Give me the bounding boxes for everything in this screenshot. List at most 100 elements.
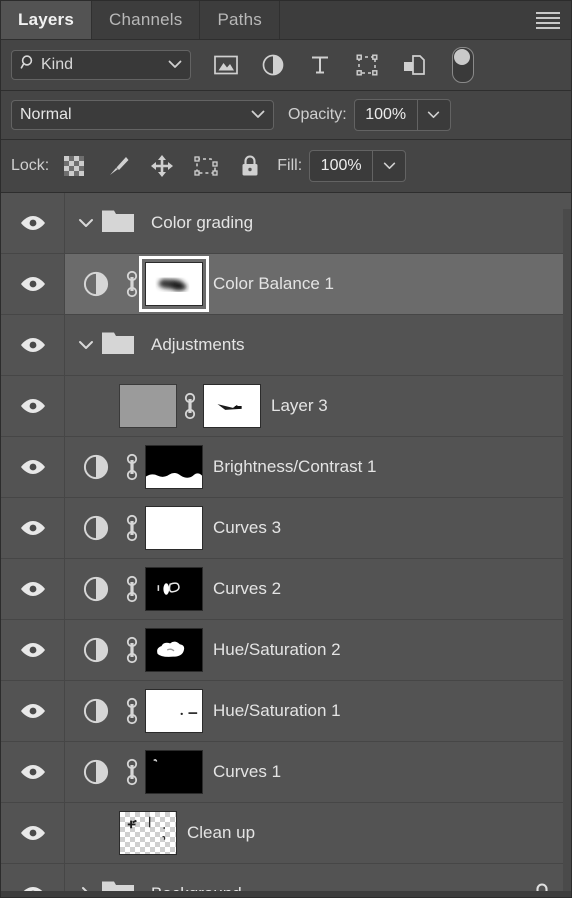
layer-row-body[interactable]: Curves 3 — [65, 498, 571, 558]
layer-mask-link-icon[interactable] — [119, 453, 145, 481]
tab-channels[interactable]: Channels — [92, 1, 201, 39]
layer-name: Adjustments — [151, 335, 245, 354]
lock-artboard-nesting-icon[interactable] — [193, 153, 219, 179]
layer-row[interactable]: Layer 3 — [1, 376, 571, 437]
search-icon — [20, 54, 37, 76]
layer-mask-thumbnail[interactable] — [145, 445, 203, 489]
layer-visibility-toggle[interactable] — [1, 742, 65, 802]
layer-mask-link-icon[interactable] — [119, 514, 145, 542]
layer-mask-thumbnail[interactable] — [203, 384, 261, 428]
fill-field[interactable]: 100% — [309, 150, 407, 182]
layer-visibility-toggle[interactable] — [1, 559, 65, 619]
layer-row-body[interactable]: Hue/Saturation 1 — [65, 681, 571, 741]
layer-visibility-toggle[interactable] — [1, 498, 65, 558]
filter-kind-select[interactable]: Kind — [11, 50, 191, 80]
layer-row-body[interactable]: Brightness/Contrast 1 — [65, 437, 571, 497]
layer-visibility-toggle[interactable] — [1, 437, 65, 497]
layer-mask-link-icon[interactable] — [119, 758, 145, 786]
layer-name: Curves 1 — [213, 762, 282, 781]
panel-menu-button[interactable] — [525, 1, 571, 39]
layer-mask-link-icon[interactable] — [177, 392, 203, 420]
group-expand-chevron-icon[interactable] — [73, 332, 99, 358]
layer-row[interactable]: Color grading — [1, 193, 571, 254]
layer-row-body[interactable]: Layer 3 — [65, 376, 571, 436]
fill-label: Fill: — [277, 157, 303, 174]
layer-row[interactable]: Hue/Saturation 1 — [1, 681, 571, 742]
layer-name: Color Balance 1 — [213, 274, 334, 293]
layer-name: Brightness/Contrast 1 — [213, 457, 377, 476]
opacity-dropdown-button[interactable] — [416, 100, 450, 130]
filter-toggle-switch[interactable] — [452, 47, 474, 83]
layer-row[interactable]: Curves 2 — [1, 559, 571, 620]
opacity-label: Opacity: — [288, 106, 347, 123]
layer-row[interactable]: Curves 3 — [1, 498, 571, 559]
layer-row[interactable]: Clean up — [1, 803, 571, 864]
layer-visibility-toggle[interactable] — [1, 254, 65, 314]
eye-icon — [20, 643, 45, 657]
blend-mode-select[interactable]: Normal — [11, 100, 274, 130]
layer-name: Layer 3 — [271, 396, 328, 415]
tab-layers[interactable]: Layers — [1, 1, 93, 39]
layer-list-scrollbar[interactable] — [563, 209, 571, 897]
layer-mask-link-icon[interactable] — [119, 697, 145, 725]
eye-icon — [20, 460, 45, 474]
group-expand-chevron-icon[interactable] — [73, 210, 99, 236]
adjustment-layer-filter-icon[interactable] — [260, 52, 286, 78]
layer-name: Clean up — [187, 823, 256, 842]
adjustment-layer-icon — [73, 514, 119, 542]
layer-mask-link-icon[interactable] — [119, 270, 145, 298]
layer-mask-thumbnail[interactable] — [145, 689, 203, 733]
layer-mask-link-icon[interactable] — [119, 636, 145, 664]
fill-dropdown-button[interactable] — [372, 151, 405, 181]
lock-transparent-pixels-icon[interactable] — [61, 153, 87, 179]
layer-content-thumbnail[interactable] — [119, 384, 177, 428]
layer-visibility-toggle[interactable] — [1, 193, 65, 253]
lock-image-pixels-icon[interactable] — [105, 153, 131, 179]
fill-value[interactable]: 100% — [310, 151, 372, 181]
smart-object-filter-icon[interactable] — [401, 52, 427, 78]
adjustment-layer-icon — [73, 575, 119, 603]
pixel-layer-filter-icon[interactable] — [213, 52, 239, 78]
layer-row-body[interactable]: Adjustments — [65, 315, 571, 375]
tab-channels-label: Channels — [109, 10, 183, 29]
layer-row[interactable]: Curves 1 — [1, 742, 571, 803]
layer-mask-thumbnail[interactable] — [145, 750, 203, 794]
layer-row-body[interactable]: Color grading — [65, 193, 571, 253]
layer-visibility-toggle[interactable] — [1, 620, 65, 680]
filter-type-icons — [213, 47, 474, 83]
layer-row-body[interactable]: Color Balance 1 — [65, 254, 571, 314]
layer-row[interactable]: Color Balance 1 — [1, 254, 571, 315]
opacity-value[interactable]: 100% — [355, 100, 417, 130]
layer-content-thumbnail[interactable] — [119, 811, 177, 855]
layer-mask-thumbnail-wrap[interactable] — [139, 256, 209, 312]
layer-row[interactable]: Hue/Saturation 2 — [1, 620, 571, 681]
layer-visibility-toggle[interactable] — [1, 803, 65, 863]
layer-mask-thumbnail[interactable] — [145, 567, 203, 611]
layer-visibility-toggle[interactable] — [1, 681, 65, 741]
tab-layers-label: Layers — [18, 10, 75, 29]
adjustment-layer-icon — [73, 697, 119, 725]
layer-mask-link-icon[interactable] — [119, 575, 145, 603]
layer-row-body[interactable]: Curves 2 — [65, 559, 571, 619]
layer-mask-thumbnail[interactable] — [145, 506, 203, 550]
layer-row[interactable]: Adjustments — [1, 315, 571, 376]
layer-name: Hue/Saturation 2 — [213, 640, 341, 659]
tabbar-filler — [280, 1, 525, 39]
eye-icon — [20, 399, 45, 413]
lock-all-icon[interactable] — [237, 153, 263, 179]
tab-paths[interactable]: Paths — [200, 1, 280, 39]
shape-layer-filter-icon[interactable] — [354, 52, 380, 78]
panel-tabbar: Layers Channels Paths — [1, 1, 571, 40]
layer-row-body[interactable]: Curves 1 — [65, 742, 571, 802]
layer-row-body[interactable]: Clean up — [65, 803, 571, 863]
layer-mask-thumbnail[interactable] — [145, 262, 203, 306]
lock-position-icon[interactable] — [149, 153, 175, 179]
type-layer-filter-icon[interactable] — [307, 52, 333, 78]
layer-visibility-toggle[interactable] — [1, 376, 65, 436]
layer-row-body[interactable]: Hue/Saturation 2 — [65, 620, 571, 680]
layer-visibility-toggle[interactable] — [1, 315, 65, 375]
opacity-field[interactable]: 100% — [353, 99, 451, 131]
layer-row[interactable]: Brightness/Contrast 1 — [1, 437, 571, 498]
folder-icon — [101, 330, 135, 361]
layer-mask-thumbnail[interactable] — [145, 628, 203, 672]
